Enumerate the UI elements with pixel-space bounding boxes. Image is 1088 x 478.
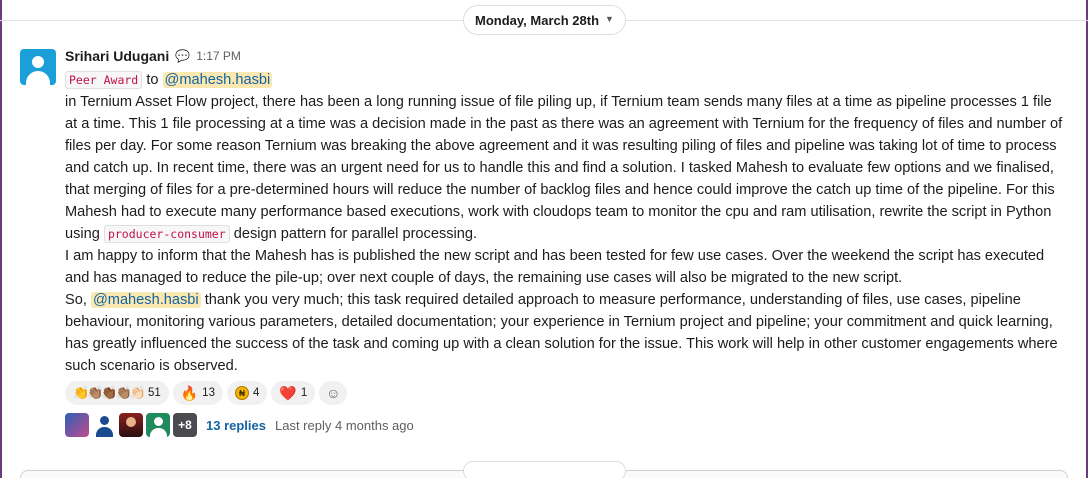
day-divider-label: Monday, March 28th [475,12,600,28]
code-snippet: producer-consumer [103,225,230,243]
reaction-heart[interactable]: ❤️ 1 [271,381,316,405]
reply-avatar [92,413,116,437]
message-timestamp[interactable]: 1:17 PM [196,49,241,63]
window-frame-left [0,0,2,478]
mention-link-2[interactable]: @mahesh.hasbi [90,292,201,308]
body-text-2: design pattern for parallel processing. [233,226,478,242]
body-text-4: thank you very much; this task required … [65,292,1058,374]
reaction-clap[interactable]: 👏👏🏽👏🏾👏🏽👏🏻 51 [65,381,169,405]
message-paragraph-2: I am happy to inform that the Mahesh has… [65,248,1045,286]
last-reply-text: Last reply 4 months ago [275,417,414,433]
heart-emoji-icon: ❤️ [279,384,297,401]
message-paragraph-1: in Ternium Asset Flow project, there has… [65,91,1065,245]
reaction-fire[interactable]: 🔥 13 [172,381,223,405]
award-line: Peer Award to @mahesh.hasbi [65,69,1065,91]
replies-link[interactable]: 13 replies [206,418,266,433]
message-paragraph-3: So, @mahesh.hasbi thank you very much; t… [65,289,1065,377]
message-body: Peer Award to @mahesh.hasbi in Ternium A… [65,69,1065,377]
more-repliers-badge: +8 [173,413,197,437]
day-divider-button[interactable]: Monday, March 28th ▼ [463,5,626,35]
clap-emoji-icon: 👏👏🏽👏🏾👏🏽👏🏻 [73,385,146,400]
reaction-count: 13 [202,387,215,399]
add-reaction-icon[interactable]: ☺ [319,381,348,405]
reply-avatar [119,413,143,437]
body-text-1: in Ternium Asset Flow project, there has… [65,94,1063,242]
mention-link[interactable]: @mahesh.hasbi [162,72,273,88]
next-day-divider-button[interactable] [463,461,626,478]
speech-bubble-status-icon: 💬 [175,49,191,63]
message-header: Srihari Udugani 💬 1:17 PM [65,48,241,64]
reactions-bar: 👏👏🏽👏🏾👏🏽👏🏻 51 🔥 13 ₦ 4 ❤️ 1 ☺ [65,381,348,405]
reaction-count: 1 [300,387,308,399]
award-tag: Peer Award [65,71,143,89]
chevron-down-icon: ▼ [605,14,614,24]
reaction-count: 4 [252,387,260,399]
thread-summary[interactable]: +8 13 replies Last reply 4 months ago [65,413,414,437]
reaction-count: 51 [147,387,161,399]
award-to-word: to [146,72,159,88]
fire-emoji-icon: 🔥 [180,384,199,401]
reply-avatar [65,413,89,437]
so-word: So, [65,292,87,308]
reply-avatar [146,413,170,437]
coin-emoji-icon: ₦ [234,386,249,400]
reaction-coin[interactable]: ₦ 4 [226,381,268,405]
sender-name[interactable]: Srihari Udugani [65,48,169,64]
avatar[interactable] [20,49,56,85]
